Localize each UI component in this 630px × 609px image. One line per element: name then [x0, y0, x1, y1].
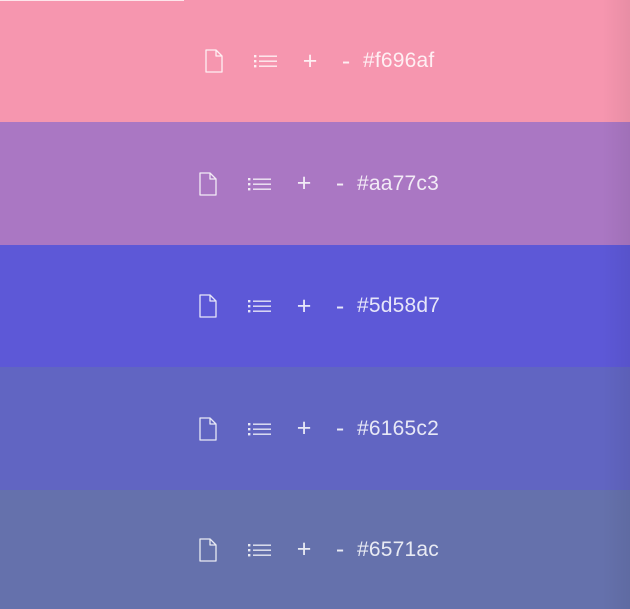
swatch-toolbar: + - #aa77c3: [197, 169, 439, 199]
list-icon[interactable]: [247, 296, 273, 316]
swatch-toolbar: + - #f696af: [203, 46, 434, 76]
hex-code-label[interactable]: #f696af: [363, 49, 434, 73]
color-swatch: + - #f696af: [0, 0, 630, 122]
color-swatch: + - #6571ac: [0, 490, 630, 609]
document-icon[interactable]: [197, 537, 219, 563]
add-button[interactable]: +: [295, 416, 313, 441]
add-button[interactable]: +: [301, 48, 319, 74]
add-button[interactable]: +: [295, 293, 313, 319]
color-swatch: + - #6165c2: [0, 367, 630, 490]
top-progress-strip: [0, 0, 184, 1]
hex-code-label[interactable]: #5d58d7: [357, 294, 440, 318]
remove-button[interactable]: -: [333, 416, 347, 441]
hex-code-label[interactable]: #6165c2: [357, 417, 439, 441]
color-swatch: + - #5d58d7: [0, 245, 630, 367]
document-icon[interactable]: [197, 171, 219, 197]
remove-button[interactable]: -: [333, 171, 347, 196]
list-icon[interactable]: [247, 540, 273, 560]
remove-button[interactable]: -: [333, 293, 347, 319]
document-icon[interactable]: [197, 416, 219, 442]
remove-button[interactable]: -: [333, 537, 347, 562]
list-icon[interactable]: [247, 419, 273, 439]
list-icon[interactable]: [253, 51, 279, 71]
document-icon[interactable]: [203, 48, 225, 74]
add-button[interactable]: +: [295, 537, 313, 562]
swatch-toolbar: + - #6165c2: [197, 414, 439, 444]
swatch-toolbar: + - #6571ac: [197, 535, 439, 565]
hex-code-label[interactable]: #6571ac: [357, 538, 439, 562]
color-swatch: + - #aa77c3: [0, 122, 630, 245]
add-button[interactable]: +: [295, 171, 313, 196]
hex-code-label[interactable]: #aa77c3: [357, 172, 439, 196]
document-icon[interactable]: [197, 293, 219, 319]
swatch-toolbar: + - #5d58d7: [197, 291, 440, 321]
list-icon[interactable]: [247, 174, 273, 194]
color-palette: + - #f696af + - #aa77c3 + - #5d58d7 + - …: [0, 0, 630, 609]
remove-button[interactable]: -: [339, 48, 353, 74]
